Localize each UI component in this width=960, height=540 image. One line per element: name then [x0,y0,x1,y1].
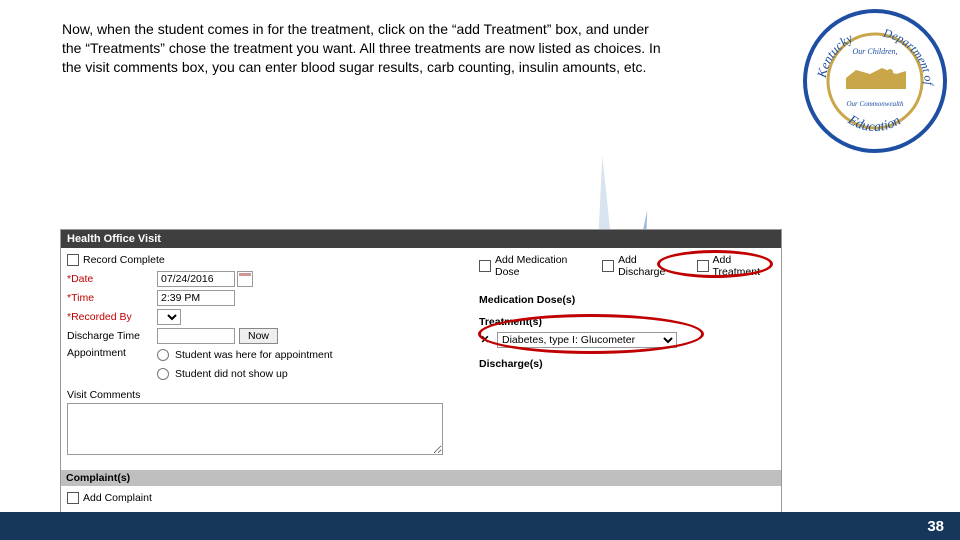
time-input[interactable] [157,290,235,306]
page-number: 38 [927,518,944,535]
recorded-by-label: *Recorded By [67,311,157,323]
record-complete-label: Record Complete [83,254,165,266]
add-treatment-checkbox[interactable] [697,260,709,272]
treatment-select[interactable]: Diabetes, type I: Glucometer [497,332,677,348]
instruction-text: Now, when the student comes in for the t… [62,20,662,77]
add-discharge-checkbox[interactable] [602,260,614,272]
visit-comments-label: Visit Comments [67,389,467,401]
complaints-header: Complaint(s) [61,470,781,486]
add-medication-dose-checkbox[interactable] [479,260,491,272]
discharges-header: Discharge(s) [479,358,775,370]
now-button[interactable]: Now [239,328,278,344]
panel-title: Health Office Visit [61,230,781,248]
appt-here-radio[interactable] [157,349,169,361]
medication-doses-header: Medication Dose(s) [479,294,775,306]
svg-text:Our Commonwealth: Our Commonwealth [847,100,904,108]
right-column: Add Medication Dose Add Discharge Add Tr… [473,248,781,462]
add-complaint-label: Add Complaint [83,492,152,504]
kde-logo: Kentucky Department of Education Our Chi… [800,6,950,156]
date-input[interactable] [157,271,235,287]
add-medication-dose-label: Add Medication Dose [495,254,586,278]
add-discharge-label: Add Discharge [618,254,680,278]
remove-treatment-button[interactable]: ✕ [479,334,491,346]
left-column: Record Complete *Date *Time *Recorded By… [61,248,473,462]
discharge-time-label: Discharge Time [67,330,157,342]
appt-noshow-label: Student did not show up [175,368,288,380]
record-complete-checkbox[interactable] [67,254,79,266]
calendar-icon[interactable] [237,271,253,287]
appt-here-label: Student was here for appointment [175,349,333,361]
visit-comments-textarea[interactable] [67,403,443,455]
health-office-visit-panel: Health Office Visit Record Complete *Dat… [60,229,782,514]
time-label: *Time [67,292,157,304]
appointment-label: Appointment [67,347,157,359]
appt-noshow-radio[interactable] [157,368,169,380]
recorded-by-select[interactable] [157,309,181,325]
add-treatment-label: Add Treatment [713,254,775,278]
treatments-header: Treatment(s) [479,316,775,328]
footer-bar: 38 [0,512,960,540]
add-complaint-checkbox[interactable] [67,492,79,504]
discharge-time-input[interactable] [157,328,235,344]
svg-text:Our Children,: Our Children, [852,47,897,56]
date-label: *Date [67,273,157,285]
